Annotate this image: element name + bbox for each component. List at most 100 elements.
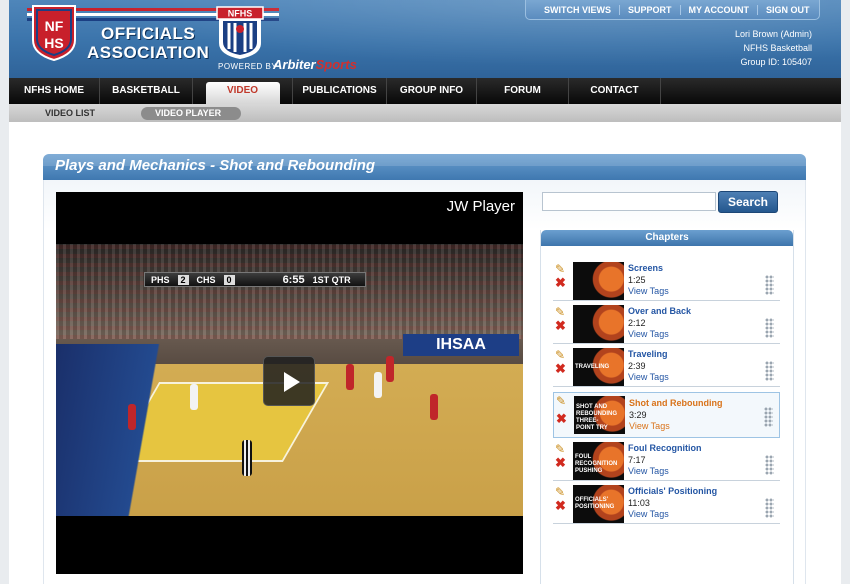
- sign-out-link[interactable]: SIGN OUT: [758, 5, 818, 15]
- pencil-icon[interactable]: ✎: [555, 443, 566, 455]
- chapter-item[interactable]: ✎ ✖ TRAVELING Traveling 2:39 View Tags: [553, 347, 780, 387]
- nfhs-badge-icon: NFHS: [216, 6, 264, 59]
- chapter-item[interactable]: ✎ ✖ Screens 1:25 View Tags: [553, 261, 780, 301]
- support-link[interactable]: SUPPORT: [620, 4, 681, 15]
- chapter-duration: 2:12: [628, 318, 646, 328]
- sports-text: Sports: [315, 57, 357, 72]
- score-team2: CHS: [196, 274, 216, 285]
- chapter-title[interactable]: Foul Recognition: [628, 443, 702, 453]
- nav-group-info[interactable]: GROUP INFO: [387, 78, 477, 104]
- video-crowd-scene: [56, 244, 523, 339]
- jw-player-label: JW Player: [446, 198, 515, 215]
- score-clock: 6:55: [282, 273, 305, 286]
- drag-handle-icon[interactable]: [764, 407, 773, 427]
- subnav-video-player[interactable]: VIDEO PLAYER: [141, 107, 241, 120]
- nav-publications[interactable]: PUBLICATIONS: [293, 78, 387, 104]
- video-player-figure: [190, 384, 198, 410]
- play-icon[interactable]: [263, 356, 315, 406]
- video-player-figure: [346, 364, 354, 390]
- delete-icon[interactable]: ✖: [555, 276, 566, 289]
- thumbnail-text: OFFICIALS' POSITIONING: [575, 497, 615, 510]
- video-ihsaa-banner: IHSAA: [403, 334, 519, 356]
- chapter-title[interactable]: Traveling: [628, 349, 668, 359]
- chapter-duration: 7:17: [628, 455, 646, 465]
- delete-icon[interactable]: ✖: [555, 499, 566, 512]
- view-tags-link[interactable]: View Tags: [628, 329, 669, 339]
- my-account-link[interactable]: MY ACCOUNT: [681, 4, 759, 15]
- chapter-thumbnail[interactable]: [573, 305, 624, 343]
- logo-shield-top-text: NF: [45, 18, 64, 34]
- chapter-title[interactable]: Officials' Positioning: [628, 486, 717, 496]
- search-button[interactable]: Search: [718, 191, 778, 213]
- drag-handle-icon[interactable]: [765, 361, 774, 381]
- delete-icon[interactable]: ✖: [556, 412, 567, 425]
- chapter-thumbnail[interactable]: FOUL RECOGNITION PUSHING: [573, 442, 624, 480]
- nav-basketball[interactable]: BASKETBALL: [100, 78, 193, 104]
- video-baseline-wall: [56, 344, 196, 516]
- delete-icon[interactable]: ✖: [555, 362, 566, 375]
- nav-video[interactable]: VIDEO: [205, 82, 280, 104]
- nav-nfhs-home[interactable]: NFHS HOME: [9, 78, 100, 104]
- video-player-figure: [374, 372, 382, 398]
- nav-forum[interactable]: FORUM: [477, 78, 569, 104]
- search-input[interactable]: [542, 192, 716, 211]
- thumbnail-text: Shot and Rebounding Three-Point Try: [576, 404, 618, 431]
- chapter-item-selected[interactable]: ✎ ✖ Shot and Rebounding Three-Point Try …: [553, 392, 780, 438]
- logo-shield-bottom-text: HS: [44, 35, 63, 51]
- delete-icon[interactable]: ✖: [555, 456, 566, 469]
- logo-title-line2: ASSOCIATION: [87, 43, 210, 62]
- chapter-item[interactable]: ✎ ✖ OFFICIALS' POSITIONING Officials' Po…: [553, 484, 780, 524]
- page-title: Plays and Mechanics - Shot and Reboundin…: [55, 157, 376, 174]
- chapter-thumbnail[interactable]: OFFICIALS' POSITIONING: [573, 485, 624, 523]
- site-header: NF HS OFFICIALS ASSOCIATION NFHS POWERED…: [9, 0, 841, 78]
- video-referee-figure: [242, 440, 252, 476]
- powered-by-label: POWERED BY: [218, 62, 278, 71]
- pencil-icon[interactable]: ✎: [555, 486, 566, 498]
- organization-name: NFHS Basketball: [743, 43, 812, 53]
- drag-handle-icon[interactable]: [765, 318, 774, 338]
- drag-handle-icon[interactable]: [765, 498, 774, 518]
- subnav-video-list[interactable]: VIDEO LIST: [45, 107, 95, 120]
- video-player[interactable]: JW Player IHSAA PHS 2 CHS 0 6:55 1ST QTR: [56, 192, 523, 574]
- chapter-thumbnail[interactable]: TRAVELING: [573, 348, 624, 386]
- arbiter-sports-logo[interactable]: ArbiterSports: [273, 57, 357, 72]
- main-navigation: NFHS HOME BASKETBALL VIDEO PUBLICATIONS …: [9, 78, 841, 104]
- pencil-icon[interactable]: ✎: [555, 306, 566, 318]
- nfhs-logo-icon[interactable]: NF HS: [31, 4, 77, 62]
- view-tags-link[interactable]: View Tags: [628, 372, 669, 382]
- nav-contact[interactable]: CONTACT: [569, 78, 661, 104]
- player-controls: [56, 516, 523, 574]
- view-tags-link[interactable]: View Tags: [628, 509, 669, 519]
- video-scoreboard: PHS 2 CHS 0 6:55 1ST QTR: [144, 272, 366, 287]
- score-team1: PHS: [151, 274, 170, 285]
- pencil-icon[interactable]: ✎: [555, 349, 566, 361]
- chapter-item[interactable]: ✎ ✖ Over and Back 2:12 View Tags: [553, 304, 780, 344]
- badge-text: NFHS: [228, 9, 253, 19]
- logo-title-line1: OFFICIALS: [101, 24, 196, 43]
- delete-icon[interactable]: ✖: [555, 319, 566, 332]
- pencil-icon[interactable]: ✎: [555, 263, 566, 275]
- account-links-bar: SWITCH VIEWS SUPPORT MY ACCOUNT SIGN OUT: [525, 0, 820, 20]
- association-logo-text[interactable]: OFFICIALS ASSOCIATION: [87, 24, 209, 62]
- chapter-thumbnail[interactable]: [573, 262, 624, 300]
- chapter-duration: 11:03: [628, 498, 650, 508]
- group-id: Group ID: 105407: [740, 57, 812, 67]
- chapter-title[interactable]: Screens: [628, 263, 663, 273]
- thumbnail-text: FOUL RECOGNITION PUSHING: [575, 454, 618, 474]
- chapter-item[interactable]: ✎ ✖ FOUL RECOGNITION PUSHING Foul Recogn…: [553, 441, 780, 481]
- sub-navigation: VIDEO LIST VIDEO PLAYER: [9, 104, 841, 122]
- video-player-figure: [128, 404, 136, 430]
- chapter-title[interactable]: Shot and Rebounding: [629, 398, 723, 408]
- view-tags-link[interactable]: View Tags: [628, 466, 669, 476]
- view-tags-link[interactable]: View Tags: [629, 421, 670, 431]
- switch-views-link[interactable]: SWITCH VIEWS: [526, 4, 620, 15]
- pencil-icon[interactable]: ✎: [556, 395, 567, 407]
- drag-handle-icon[interactable]: [765, 275, 774, 295]
- view-tags-link[interactable]: View Tags: [628, 286, 669, 296]
- chapter-duration: 3:29: [629, 410, 647, 420]
- chapter-title[interactable]: Over and Back: [628, 306, 691, 316]
- nav-video-wrapper: VIDEO: [193, 78, 293, 104]
- drag-handle-icon[interactable]: [765, 455, 774, 475]
- chapter-thumbnail[interactable]: Shot and Rebounding Three-Point Try: [574, 396, 625, 434]
- main-content: Plays and Mechanics - Shot and Reboundin…: [9, 122, 841, 584]
